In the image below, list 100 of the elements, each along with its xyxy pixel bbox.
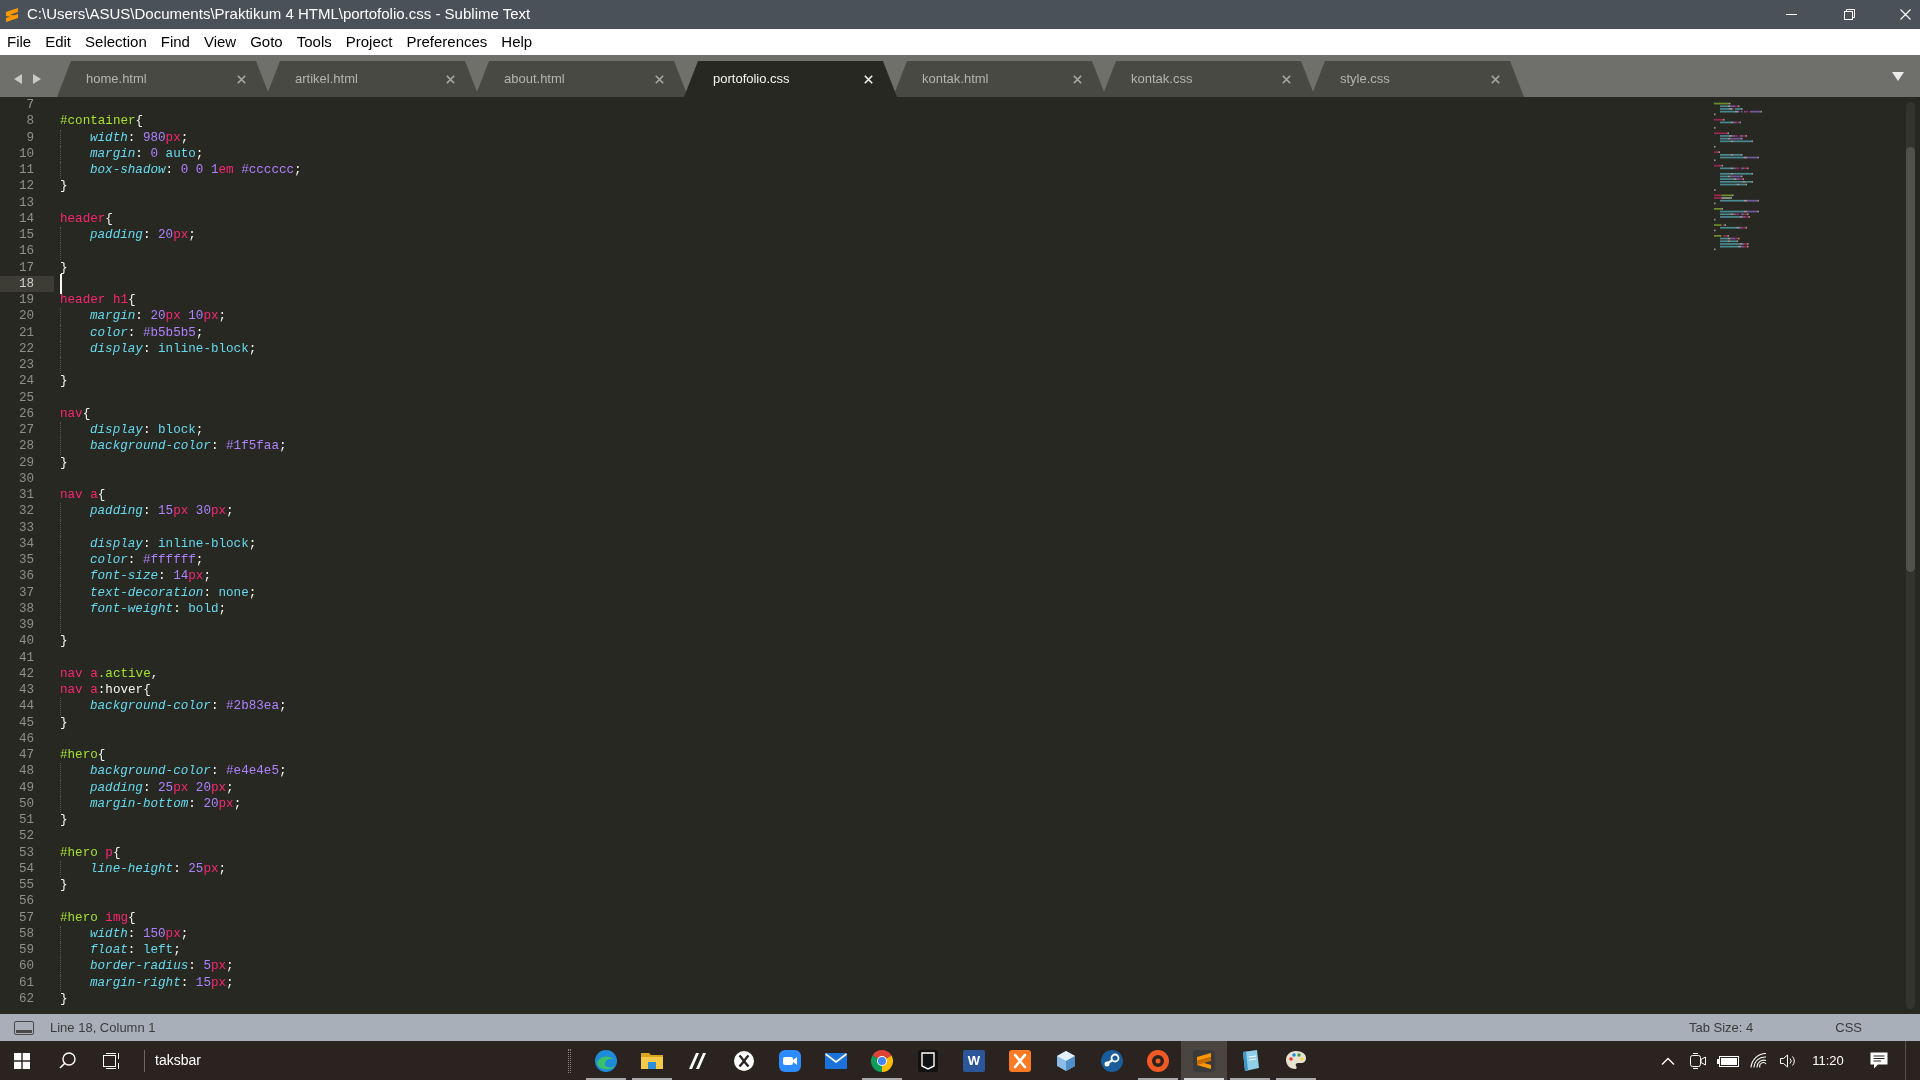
code-line: header{ xyxy=(60,210,113,227)
shield-icon xyxy=(916,1048,940,1073)
line-number: 61 xyxy=(17,974,35,991)
syntax-name[interactable]: CSS xyxy=(1835,1017,1862,1038)
menu-item[interactable]: Selection xyxy=(78,29,154,55)
code-line: } xyxy=(60,259,68,276)
app-logo-icon xyxy=(5,6,19,23)
battery-icon[interactable] xyxy=(1717,1054,1739,1067)
line-number: 28 xyxy=(17,438,35,455)
forward-arrow-icon[interactable] xyxy=(33,74,41,84)
line-number: 44 xyxy=(17,698,35,715)
swirl-icon xyxy=(594,1048,618,1073)
panel-icon[interactable] xyxy=(14,1020,34,1035)
line-number: 56 xyxy=(17,893,35,910)
code-line: margin: 20px 10px; xyxy=(90,308,227,325)
tab[interactable]: artikel.html xyxy=(266,61,479,97)
menu-item[interactable]: Find xyxy=(153,29,197,55)
line-number: 16 xyxy=(17,243,35,260)
line-number: 29 xyxy=(17,454,35,471)
code-line: nav{ xyxy=(60,405,91,422)
scrollbar-thumb[interactable] xyxy=(1906,147,1915,572)
tab[interactable]: portofolio.css xyxy=(684,61,897,97)
tab-size[interactable]: Tab Size: 4 xyxy=(1688,1017,1754,1038)
taskbar-button[interactable] xyxy=(1181,1041,1227,1080)
line-number: 19 xyxy=(17,292,35,309)
menu-item[interactable]: Preferences xyxy=(399,29,495,55)
menu-item[interactable]: Project xyxy=(338,29,400,55)
caret-icon[interactable] xyxy=(1892,71,1904,81)
code-line: margin-bottom: 20px; xyxy=(90,795,242,812)
code-line: display: inline-block; xyxy=(90,340,257,357)
tab[interactable]: home.html xyxy=(57,61,270,97)
line-number: 42 xyxy=(17,665,35,682)
menu-item[interactable]: Tools xyxy=(289,29,339,55)
code-line: } xyxy=(60,812,68,829)
clock-time[interactable]: 11:20 xyxy=(1812,1050,1844,1071)
code-line: width: 150px; xyxy=(90,925,189,942)
cursor-position: Line 18, Column 1 xyxy=(50,1018,156,1037)
code-line: #container{ xyxy=(60,113,144,130)
x-circle-icon xyxy=(732,1048,756,1073)
tab[interactable]: kontak.html xyxy=(893,61,1106,97)
stripes-icon xyxy=(1192,1048,1216,1073)
text-cursor xyxy=(60,273,62,294)
menu-item[interactable]: Goto xyxy=(243,29,290,55)
line-number: 59 xyxy=(17,942,35,959)
code-line: } xyxy=(60,633,68,650)
menu-item[interactable]: Help xyxy=(494,29,540,55)
line-number: 9 xyxy=(25,129,35,146)
line-number: 24 xyxy=(17,373,35,390)
task-view-icon[interactable] xyxy=(103,1052,121,1069)
line-number: 22 xyxy=(17,340,35,357)
code-line: header h1{ xyxy=(60,292,136,309)
code-line: text-decoration: none; xyxy=(90,584,257,601)
code-line: display: block; xyxy=(90,422,204,439)
line-number: 50 xyxy=(17,795,35,812)
line-number: 10 xyxy=(17,145,35,162)
volume-icon[interactable] xyxy=(1779,1053,1797,1068)
minimize-icon[interactable] xyxy=(1785,14,1797,15)
restore-icon[interactable] xyxy=(1843,9,1855,20)
video-camera-icon xyxy=(778,1048,802,1073)
video-icon[interactable] xyxy=(1690,1052,1706,1069)
line-number: 40 xyxy=(17,633,35,650)
line-number: 25 xyxy=(17,389,35,406)
menu-item[interactable]: Edit xyxy=(38,29,79,55)
line-number: 17 xyxy=(17,259,35,276)
cross-tile-icon xyxy=(1008,1048,1032,1073)
line-number: 62 xyxy=(17,990,35,1007)
line-number: 54 xyxy=(17,860,35,877)
line-number: 15 xyxy=(17,227,35,244)
ring-icon xyxy=(1146,1048,1170,1073)
chevron-up-icon[interactable] xyxy=(1661,1056,1675,1065)
menu-item[interactable]: File xyxy=(0,29,39,55)
code-line: nav a{ xyxy=(60,487,106,504)
code-line: } xyxy=(60,714,68,731)
line-number: 60 xyxy=(17,958,35,975)
tab[interactable]: about.html xyxy=(475,61,688,97)
line-number: 33 xyxy=(17,519,35,536)
code-line: padding: 20px; xyxy=(90,227,196,244)
search-icon[interactable] xyxy=(58,1052,76,1069)
taskbar-button[interactable]: W xyxy=(951,1041,997,1080)
line-number: 23 xyxy=(17,357,35,374)
line-number: 46 xyxy=(17,730,35,747)
line-number: 30 xyxy=(17,470,35,487)
line-number: 57 xyxy=(17,909,35,926)
code-line: #hero img{ xyxy=(60,909,136,926)
back-arrow-icon[interactable] xyxy=(14,74,22,84)
code-line: font-size: 14px; xyxy=(90,568,211,585)
line-number: 53 xyxy=(17,844,35,861)
line-number: 35 xyxy=(17,552,35,569)
line-number: 47 xyxy=(17,747,35,764)
code-line: } xyxy=(60,178,68,195)
notification-icon[interactable] xyxy=(1870,1052,1888,1069)
line-number: 37 xyxy=(17,584,35,601)
line-number: 51 xyxy=(17,812,35,829)
wifi-icon[interactable] xyxy=(1749,1053,1767,1068)
menu-item[interactable]: View xyxy=(196,29,244,55)
tab[interactable]: style.css xyxy=(1311,61,1524,97)
line-number: 8 xyxy=(25,113,35,130)
four-squares-icon[interactable] xyxy=(14,1052,30,1069)
tab[interactable]: kontak.css xyxy=(1102,61,1315,97)
line-number: 34 xyxy=(17,535,35,552)
